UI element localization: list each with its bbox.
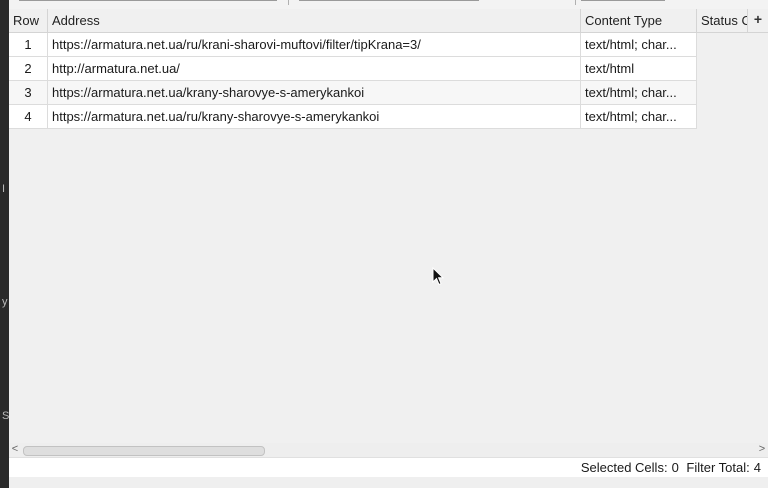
results-grid[interactable]: Row Address Content Type Status C + 1 ht… [9,9,768,443]
left-panel-fragment: y [2,296,8,308]
address-cell[interactable]: http://armatura.net.ua/ [48,57,581,80]
left-panel-fragment: I [2,183,6,195]
table-row[interactable]: 2 http://armatura.net.ua/ text/html [9,57,697,81]
content-type-cell[interactable]: text/html; char... [581,81,697,104]
selected-cells-label: Selected Cells: [580,460,668,475]
add-column-icon[interactable]: + [748,9,768,32]
content-type-cell[interactable]: text/html; char... [581,105,697,128]
row-number-cell: 1 [9,33,48,56]
scroll-right-icon[interactable]: > [756,443,768,457]
status-bar: Selected Cells: 0 Filter Total: 4 [9,457,768,477]
grid-header: Row Address Content Type Status C + [9,9,768,33]
selected-cells-value: 0 [671,460,679,475]
toolbar-field[interactable] [581,0,665,1]
column-header-content-type[interactable]: Content Type [581,9,697,32]
row-number-cell: 4 [9,105,48,128]
column-header-status-code[interactable]: Status C [697,9,748,32]
row-number-cell: 2 [9,57,48,80]
mouse-pointer-icon [432,267,444,286]
scrollbar-thumb[interactable] [23,446,265,456]
scroll-left-icon[interactable]: < [9,443,21,457]
column-header-address[interactable]: Address [48,9,581,32]
table-row[interactable]: 1 https://armatura.net.ua/ru/krani-sharo… [9,33,697,57]
horizontal-scrollbar[interactable]: < > [9,443,768,457]
filter-total-value: 4 [753,460,761,475]
address-cell[interactable]: https://armatura.net.ua/ru/krany-sharovy… [48,105,581,128]
content-type-cell[interactable]: text/html; char... [581,33,697,56]
column-header-row[interactable]: Row [9,9,48,32]
bottom-border [9,477,768,488]
table-row[interactable]: 3 https://armatura.net.ua/krany-sharovye… [9,81,697,105]
filter-total-label: Filter Total: [686,460,750,475]
table-row[interactable]: 4 https://armatura.net.ua/ru/krany-sharo… [9,105,697,129]
row-number-cell: 3 [9,81,48,104]
content-type-cell[interactable]: text/html [581,57,697,80]
left-panel-edge: I y S [0,0,9,488]
address-cell[interactable]: https://armatura.net.ua/krany-sharovye-s… [48,81,581,104]
toolbar-separator [288,0,289,5]
toolbar-separator [575,0,576,5]
address-cell[interactable]: https://armatura.net.ua/ru/krani-sharovi… [48,33,581,56]
toolbar-field[interactable] [299,0,479,1]
toolbar-field[interactable] [19,0,277,1]
